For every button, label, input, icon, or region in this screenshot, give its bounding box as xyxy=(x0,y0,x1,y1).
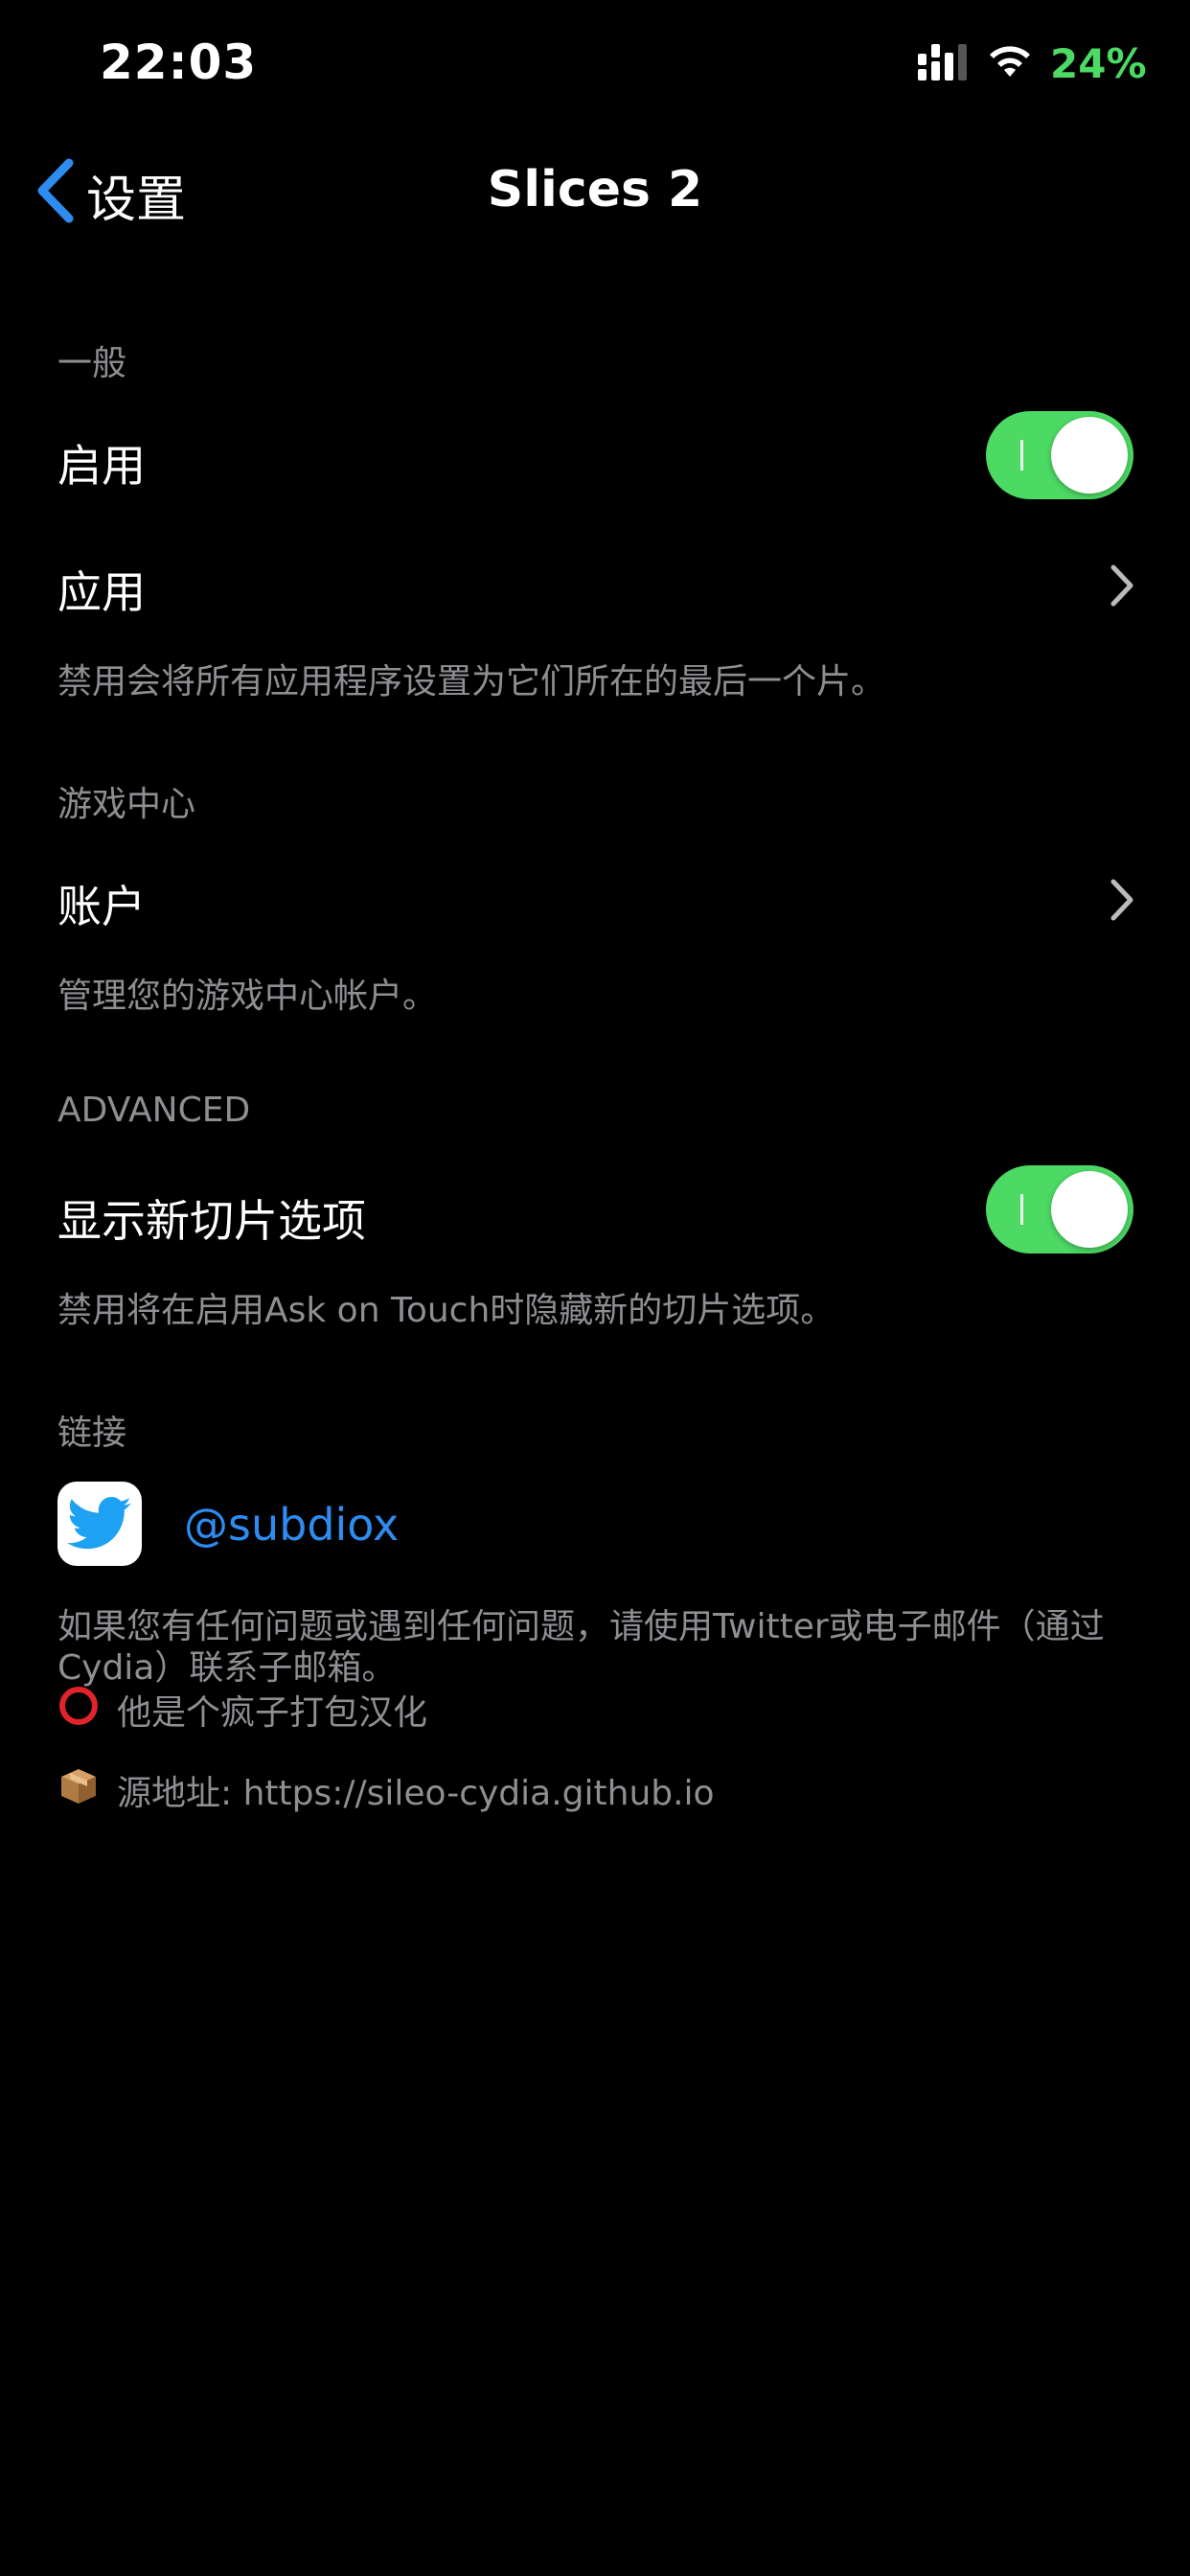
enable-toggle[interactable] xyxy=(986,411,1133,499)
enable-label: 启用 xyxy=(57,440,146,492)
links-footer-contact: 如果您有任何问题或遇到任何问题，请使用Twitter或电子邮件（通过Cydia）… xyxy=(57,1607,1105,1688)
toggle-on-indicator xyxy=(1020,440,1023,471)
show-new-slice-toggle[interactable] xyxy=(986,1165,1133,1254)
twitter-icon-box xyxy=(57,1482,142,1566)
show-new-slice-row: 显示新切片选项 xyxy=(0,1154,1190,1269)
page-title: Slices 2 xyxy=(487,161,703,218)
twitter-link-row[interactable]: @subdiox xyxy=(0,1466,1190,1581)
status-time: 22:03 xyxy=(100,34,258,90)
section-header-general: 一般 xyxy=(57,344,127,383)
package-icon xyxy=(61,1769,96,1804)
account-label: 账户 xyxy=(57,881,146,932)
battery-percent: 24% xyxy=(1050,40,1147,87)
section-header-advanced: ADVANCED xyxy=(57,1091,251,1130)
chevron-right-icon xyxy=(1110,564,1133,607)
twitter-handle-link[interactable]: @subdiox xyxy=(184,1499,399,1551)
general-footer: 禁用会将所有应用程序设置为它们所在的最后一个片。 xyxy=(57,662,886,702)
game-center-footer: 管理您的游戏中心帐户。 xyxy=(57,977,438,1016)
chevron-right-icon xyxy=(1110,879,1133,921)
toggle-knob xyxy=(1051,1171,1128,1248)
apps-label: 应用 xyxy=(57,566,146,618)
apps-row[interactable]: 应用 xyxy=(0,525,1190,640)
section-header-game-center: 游戏中心 xyxy=(57,785,196,824)
advanced-footer: 禁用将在启用Ask on Touch时隐藏新的切片选项。 xyxy=(57,1291,835,1330)
toggle-on-indicator xyxy=(1020,1194,1023,1225)
toggle-knob xyxy=(1051,417,1128,494)
signal-icon xyxy=(918,44,967,80)
credit-text: 他是个疯子打包汉化 xyxy=(117,1693,428,1733)
account-row[interactable]: 账户 xyxy=(0,840,1190,954)
twitter-bird-icon xyxy=(67,1496,131,1550)
wifi-icon xyxy=(990,46,1030,77)
source-url-text: 源地址: https://sileo-cydia.github.io xyxy=(117,1774,715,1813)
links-footer-credit: 他是个疯子打包汉化 xyxy=(57,1685,1140,1733)
red-circle-icon xyxy=(59,1687,98,1725)
section-header-links: 链接 xyxy=(57,1414,127,1453)
show-new-slice-label: 显示新切片选项 xyxy=(57,1195,366,1247)
enable-row: 启用 xyxy=(0,399,1190,514)
links-footer-source: 源地址: https://sileo-cydia.github.io xyxy=(57,1765,1140,1813)
